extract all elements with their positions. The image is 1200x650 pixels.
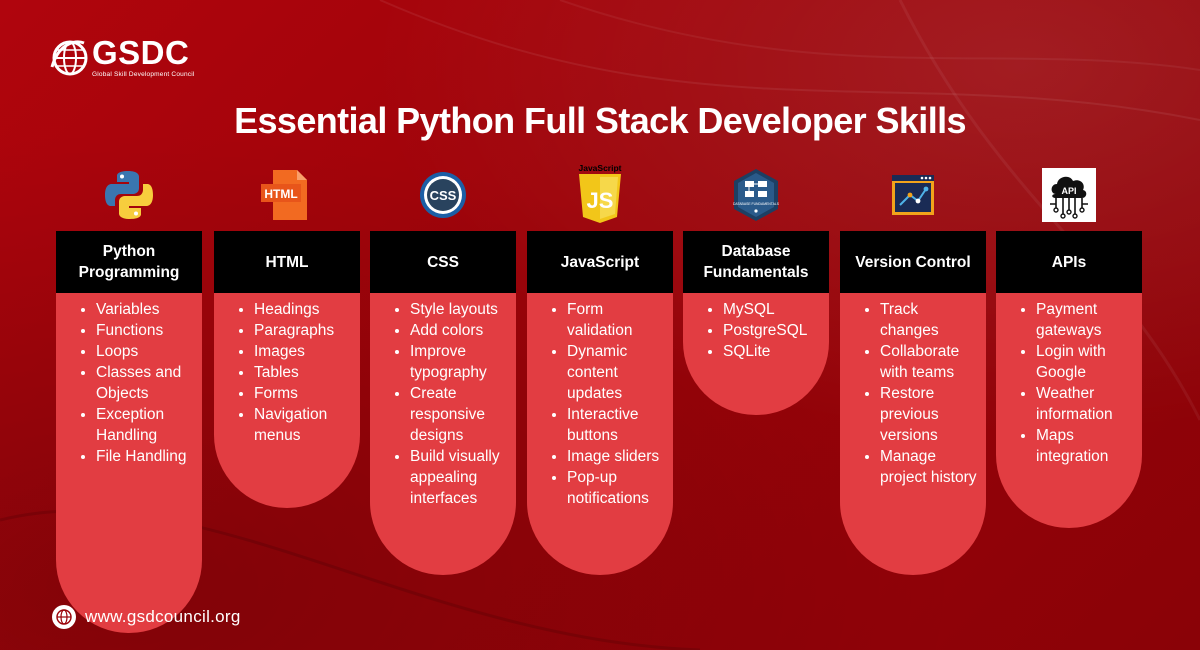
list-item: Manage project history bbox=[880, 446, 980, 488]
list-item: Improve typography bbox=[410, 341, 510, 383]
list-item: Payment gateways bbox=[1036, 299, 1136, 341]
javascript-icon-label: JavaScript bbox=[579, 163, 622, 173]
list-item: Functions bbox=[96, 320, 196, 341]
list-item: Track changes bbox=[880, 299, 980, 341]
card-body: Track changes Collaborate with teams Res… bbox=[840, 293, 986, 575]
skill-list: Headings Paragraphs Images Tables Forms … bbox=[220, 299, 354, 446]
skill-card-python: Python Programming Variables Functions L… bbox=[56, 171, 202, 633]
globe-icon bbox=[52, 605, 76, 629]
list-item: Weather information bbox=[1036, 383, 1136, 425]
page-title: Essential Python Full Stack Developer Sk… bbox=[234, 100, 966, 141]
card-heading: CSS bbox=[370, 231, 516, 293]
list-item: PostgreSQL bbox=[723, 320, 823, 341]
database-badge-icon: DATABASE FUNDAMENTALS bbox=[683, 167, 829, 223]
list-item: MySQL bbox=[723, 299, 823, 320]
list-item: Tables bbox=[254, 362, 354, 383]
version-control-window-icon bbox=[840, 167, 986, 223]
list-item: Maps integration bbox=[1036, 425, 1136, 467]
skill-card-apis: API APIs Payment gateways Login with Goo… bbox=[996, 168, 1142, 528]
skill-list: Track changes Collaborate with teams Res… bbox=[846, 299, 980, 488]
card-body: Form validation Dynamic content updates … bbox=[527, 293, 673, 575]
skill-card-css: CSS CSS Style layouts Add colors Improve… bbox=[370, 172, 516, 575]
api-icon-label: API bbox=[1061, 186, 1076, 196]
gsdc-logo: GSDC Global Skill Development Council bbox=[50, 36, 195, 78]
card-heading: Version Control bbox=[840, 231, 986, 293]
api-cloud-icon: API bbox=[996, 167, 1142, 223]
card-heading: APIs bbox=[996, 231, 1142, 293]
list-item: Restore previous versions bbox=[880, 383, 980, 446]
css-badge-icon: CSS bbox=[370, 167, 516, 223]
list-item: File Handling bbox=[96, 446, 196, 467]
javascript-shield-icon: JavaScript JS bbox=[527, 163, 673, 225]
card-body: Style layouts Add colors Improve typogra… bbox=[370, 293, 516, 575]
list-item: Pop-up notifications bbox=[567, 467, 667, 509]
database-icon-label: DATABASE FUNDAMENTALS bbox=[733, 202, 780, 206]
skill-list: Payment gateways Login with Google Weath… bbox=[1002, 299, 1136, 467]
list-item: Interactive buttons bbox=[567, 404, 667, 446]
brand-name: GSDC bbox=[92, 34, 190, 71]
skill-card-html: HTML HTML Headings Paragraphs Images Tab… bbox=[214, 170, 360, 508]
skill-list: Style layouts Add colors Improve typogra… bbox=[376, 299, 510, 509]
list-item: Paragraphs bbox=[254, 320, 354, 341]
skill-list: Variables Functions Loops Classes and Ob… bbox=[62, 299, 196, 467]
list-item: Style layouts bbox=[410, 299, 510, 320]
list-item: SQLite bbox=[723, 341, 823, 362]
footer-website[interactable]: www.gsdcouncil.org bbox=[52, 605, 241, 629]
skill-list: MySQL PostgreSQL SQLite bbox=[689, 299, 823, 362]
html-file-icon: HTML bbox=[214, 167, 360, 223]
list-item: Login with Google bbox=[1036, 341, 1136, 383]
list-item: Images bbox=[254, 341, 354, 362]
list-item: Build visually appealing interfaces bbox=[410, 446, 510, 509]
python-logo-icon bbox=[56, 167, 202, 223]
svg-text:JS: JS bbox=[587, 188, 614, 213]
list-item: Exception Handling bbox=[96, 404, 196, 446]
list-item: Collaborate with teams bbox=[880, 341, 980, 383]
card-heading: JavaScript bbox=[527, 231, 673, 293]
skill-list: Form validation Dynamic content updates … bbox=[533, 299, 667, 509]
skill-card-database: DATABASE FUNDAMENTALS Database Fundament… bbox=[683, 169, 829, 415]
css-icon-label: CSS bbox=[430, 188, 457, 203]
card-body: Payment gateways Login with Google Weath… bbox=[996, 293, 1142, 528]
card-body: MySQL PostgreSQL SQLite bbox=[683, 293, 829, 415]
card-body: Headings Paragraphs Images Tables Forms … bbox=[214, 293, 360, 508]
skill-card-javascript: JavaScript JS JavaScript Form validation… bbox=[527, 163, 673, 575]
list-item: Headings bbox=[254, 299, 354, 320]
list-item: Variables bbox=[96, 299, 196, 320]
list-item: Classes and Objects bbox=[96, 362, 196, 404]
card-heading: HTML bbox=[214, 231, 360, 293]
list-item: Forms bbox=[254, 383, 354, 404]
list-item: Loops bbox=[96, 341, 196, 362]
card-heading: Database Fundamentals bbox=[683, 231, 829, 293]
card-body: Variables Functions Loops Classes and Ob… bbox=[56, 293, 202, 633]
skill-card-version-control: Version Control Track changes Collaborat… bbox=[840, 175, 986, 575]
gsdc-globe-icon bbox=[50, 40, 88, 76]
list-item: Create responsive designs bbox=[410, 383, 510, 446]
list-item: Dynamic content updates bbox=[567, 341, 667, 404]
website-link[interactable]: www.gsdcouncil.org bbox=[85, 607, 241, 627]
list-item: Navigation menus bbox=[254, 404, 354, 446]
card-heading: Python Programming bbox=[56, 231, 202, 293]
brand-tagline: Global Skill Development Council bbox=[92, 71, 195, 78]
html-icon-label: HTML bbox=[264, 187, 297, 201]
list-item: Form validation bbox=[567, 299, 667, 341]
list-item: Image sliders bbox=[567, 446, 667, 467]
list-item: Add colors bbox=[410, 320, 510, 341]
